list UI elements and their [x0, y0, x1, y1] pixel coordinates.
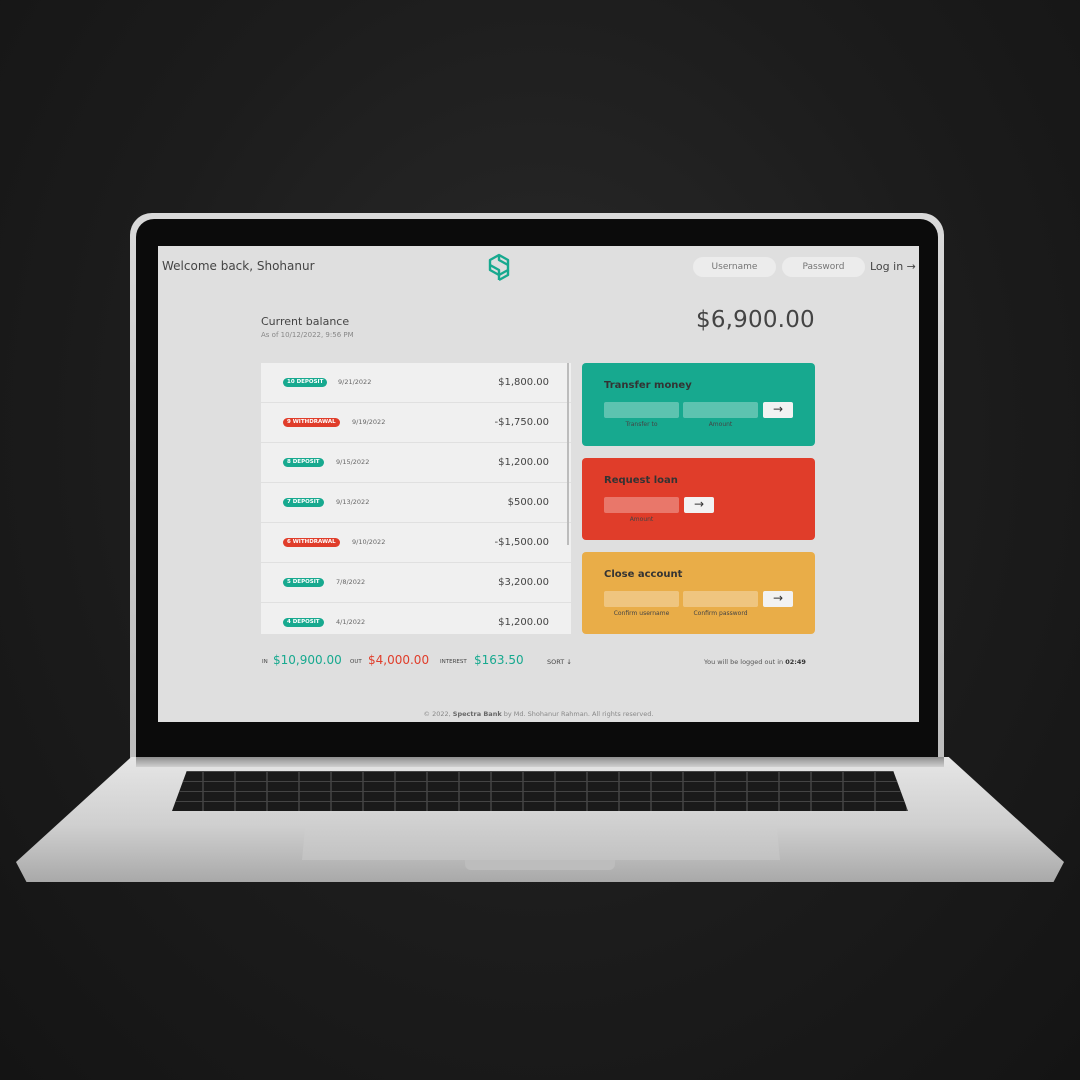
transfer-to-input[interactable] — [604, 402, 679, 418]
movement-value: $500.00 — [507, 497, 549, 508]
laptop-hinge — [136, 757, 944, 767]
movement-type-badge: 4 DEPOSIT — [283, 618, 324, 627]
close-username-label: Confirm username — [613, 610, 670, 617]
footer: © 2022, Spectra Bank by Md. Shohanur Rah… — [158, 710, 919, 718]
laptop-trackpad — [302, 812, 780, 860]
movement-row: 10 DEPOSIT 9/21/2022 $1,800.00 — [261, 363, 571, 403]
summary-interest-label: Interest — [440, 659, 467, 665]
transfer-to-label: Transfer to — [625, 421, 658, 428]
logout-timer-text: You will be logged out in — [704, 658, 784, 666]
close-title: Close account — [604, 569, 683, 580]
balance-date: As of 10/12/2022, 9:56 PM — [261, 331, 354, 339]
movement-date: 9/13/2022 — [336, 498, 370, 506]
footer-prefix: © 2022, — [423, 710, 451, 718]
balance-amount: $6,900.00 — [696, 307, 815, 333]
summary-interest-value: $163.50 — [474, 653, 524, 667]
summary-out-label: Out — [350, 659, 362, 665]
movement-value: -$1,500.00 — [494, 537, 549, 548]
logout-timer-time: 02:49 — [785, 658, 806, 666]
movement-value: -$1,750.00 — [494, 417, 549, 428]
movement-date: 9/10/2022 — [352, 538, 386, 546]
footer-suffix: by Md. Shohanur Rahman. All rights reser… — [503, 710, 654, 718]
movement-date: 9/15/2022 — [336, 458, 370, 466]
movement-row: 6 WITHDRAWAL 9/10/2022 -$1,500.00 — [261, 523, 571, 563]
movement-date: 9/19/2022 — [352, 418, 386, 426]
movement-row: 5 DEPOSIT 7/8/2022 $3,200.00 — [261, 563, 571, 603]
loan-amount-input[interactable] — [604, 497, 679, 513]
close-password-label: Confirm password — [693, 610, 748, 617]
summary-in-label: In — [262, 659, 268, 665]
movement-type-badge: 7 DEPOSIT — [283, 498, 324, 507]
movement-type-badge: 8 DEPOSIT — [283, 458, 324, 467]
transfer-amount-label: Amount — [708, 421, 733, 428]
movement-value: $1,200.00 — [498, 457, 549, 468]
username-input[interactable] — [693, 257, 776, 277]
movement-date: 4/1/2022 — [336, 618, 366, 626]
movement-row: 8 DEPOSIT 9/15/2022 $1,200.00 — [261, 443, 571, 483]
movements-list[interactable]: 10 DEPOSIT 9/21/2022 $1,800.00 9 WITHDRA… — [261, 363, 571, 634]
movement-row: 4 DEPOSIT 4/1/2022 $1,200.00 — [261, 603, 571, 634]
laptop-notch — [465, 860, 615, 870]
footer-brand-link[interactable]: Spectra Bank — [453, 710, 502, 718]
close-account-panel: Close account → Confirm username Confirm… — [582, 552, 815, 634]
loan-panel: Request loan → Amount — [582, 458, 815, 540]
bank-logo-icon — [488, 253, 510, 282]
close-submit-button[interactable]: → — [763, 591, 793, 607]
movement-type-badge: 5 DEPOSIT — [283, 578, 324, 587]
movement-value: $1,800.00 — [498, 377, 549, 388]
welcome-message: Welcome back, Shohanur — [162, 259, 315, 273]
movements-scrollbar[interactable] — [567, 363, 569, 545]
logout-timer: You will be logged out in 02:49 — [704, 658, 806, 666]
password-input[interactable] — [782, 257, 865, 277]
movement-date: 9/21/2022 — [338, 378, 372, 386]
summary-in-value: $10,900.00 — [273, 653, 342, 667]
summary-out-value: $4,000.00 — [368, 653, 430, 667]
movement-date: 7/8/2022 — [336, 578, 366, 586]
movement-type-badge: 6 WITHDRAWAL — [283, 538, 340, 547]
close-password-input[interactable] — [683, 591, 758, 607]
movement-value: $3,200.00 — [498, 577, 549, 588]
movement-row: 9 WITHDRAWAL 9/19/2022 -$1,750.00 — [261, 403, 571, 443]
transfer-submit-button[interactable]: → — [763, 402, 793, 418]
movement-value: $1,200.00 — [498, 617, 549, 628]
movement-type-badge: 10 DEPOSIT — [283, 378, 328, 387]
transfer-title: Transfer money — [604, 380, 692, 391]
app-screen: Welcome back, Shohanur Log in → Current … — [158, 246, 919, 722]
movement-row: 7 DEPOSIT 9/13/2022 $500.00 — [261, 483, 571, 523]
movement-type-badge: 9 WITHDRAWAL — [283, 418, 340, 427]
balance-label: Current balance — [261, 315, 350, 328]
login-button[interactable]: Log in → — [870, 260, 916, 273]
close-username-input[interactable] — [604, 591, 679, 607]
loan-title: Request loan — [604, 475, 678, 486]
laptop-keyboard — [172, 771, 908, 811]
sort-button[interactable]: SORT ↓ — [547, 658, 572, 666]
loan-submit-button[interactable]: → — [684, 497, 714, 513]
transfer-panel: Transfer money → Transfer to Amount — [582, 363, 815, 446]
loan-amount-label: Amount — [629, 516, 654, 523]
transfer-amount-input[interactable] — [683, 402, 758, 418]
